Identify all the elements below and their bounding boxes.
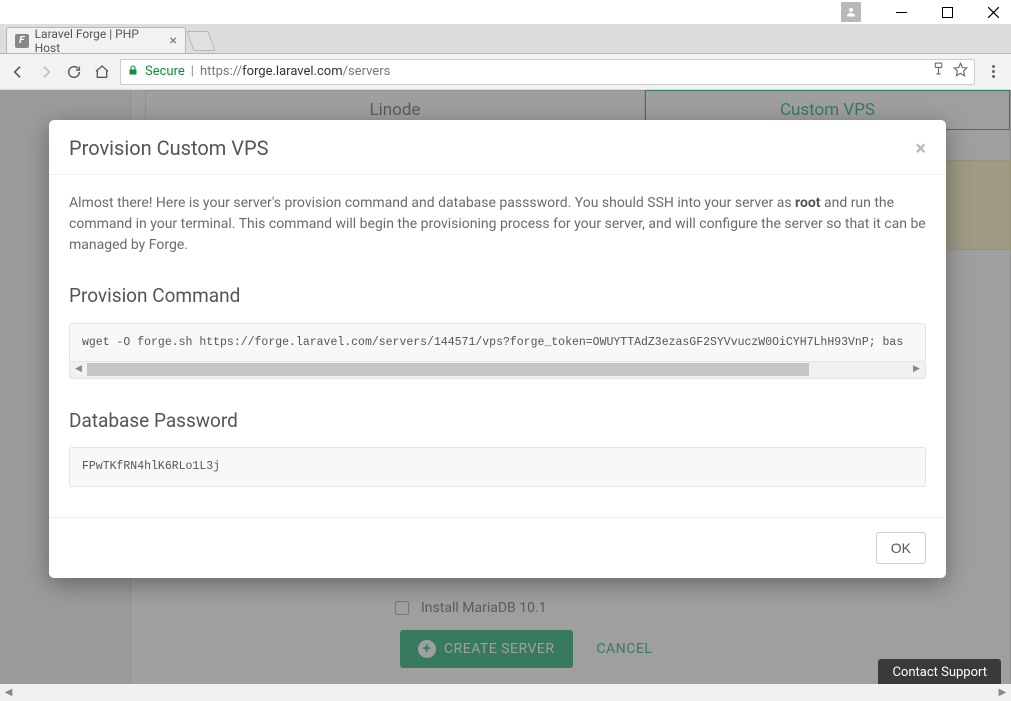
lock-icon [127,64,139,79]
reload-button[interactable] [64,62,84,82]
modal-footer: OK [49,517,946,578]
home-button[interactable] [92,62,112,82]
url-separator: | [191,64,194,79]
modal-intro: Almost there! Here is your server's prov… [69,193,926,256]
new-tab-button[interactable] [186,31,215,51]
site-info-icon[interactable] [932,62,945,81]
browser-tabstrip: F Laravel Forge | PHP Host × [0,24,1011,54]
provision-command-label: Provision Command [69,282,926,311]
bookmark-star-icon[interactable] [953,62,968,81]
provision-modal: Provision Custom VPS × Almost there! Her… [49,120,946,578]
user-account-icon[interactable] [841,2,861,22]
command-scrollbar[interactable]: ◀ ▶ [69,362,926,379]
browser-tab[interactable]: F Laravel Forge | PHP Host × [6,27,186,53]
modal-body: Almost there! Here is your server's prov… [49,175,946,517]
forward-button[interactable] [36,62,56,82]
scroll-left-icon[interactable]: ◀ [71,362,86,377]
modal-close-button[interactable]: × [915,136,926,160]
url-bar[interactable]: Secure | https://forge.laravel.com/serve… [120,59,975,85]
window-maximize-button[interactable] [935,1,959,23]
page-viewport: Linode Custom VPS must hav Install Maria… [0,90,1011,684]
contact-support-button[interactable]: Contact Support [878,659,1001,684]
window-titlebar [0,0,1011,24]
back-button[interactable] [8,62,28,82]
window-close-button[interactable] [981,1,1005,23]
modal-title: Provision Custom VPS [69,136,268,160]
browser-toolbar: Secure | https://forge.laravel.com/serve… [0,54,1011,90]
secure-label: Secure [145,64,185,79]
url-text: https://forge.laravel.com/servers [200,64,390,79]
browser-menu-button[interactable] [983,65,1003,78]
tab-title: Laravel Forge | PHP Host [35,27,164,55]
modal-header: Provision Custom VPS × [49,120,946,175]
window-horizontal-scrollbar[interactable]: ◀ ▶ [0,684,1011,701]
provision-command-field[interactable]: wget -O forge.sh https://forge.laravel.c… [69,323,926,362]
scroll-right-arrow-icon[interactable]: ▶ [994,684,1011,701]
database-password-field[interactable]: FPwTKfRN4hlK6RLo1L3j [69,447,926,486]
scroll-left-arrow-icon[interactable]: ◀ [0,684,17,701]
window-minimize-button[interactable] [889,1,913,23]
tab-favicon-icon: F [15,34,29,48]
database-password-label: Database Password [69,407,926,436]
ok-button[interactable]: OK [876,532,926,564]
tab-close-icon[interactable]: × [170,33,177,49]
scroll-right-icon[interactable]: ▶ [909,362,924,377]
scroll-thumb[interactable] [87,363,809,376]
